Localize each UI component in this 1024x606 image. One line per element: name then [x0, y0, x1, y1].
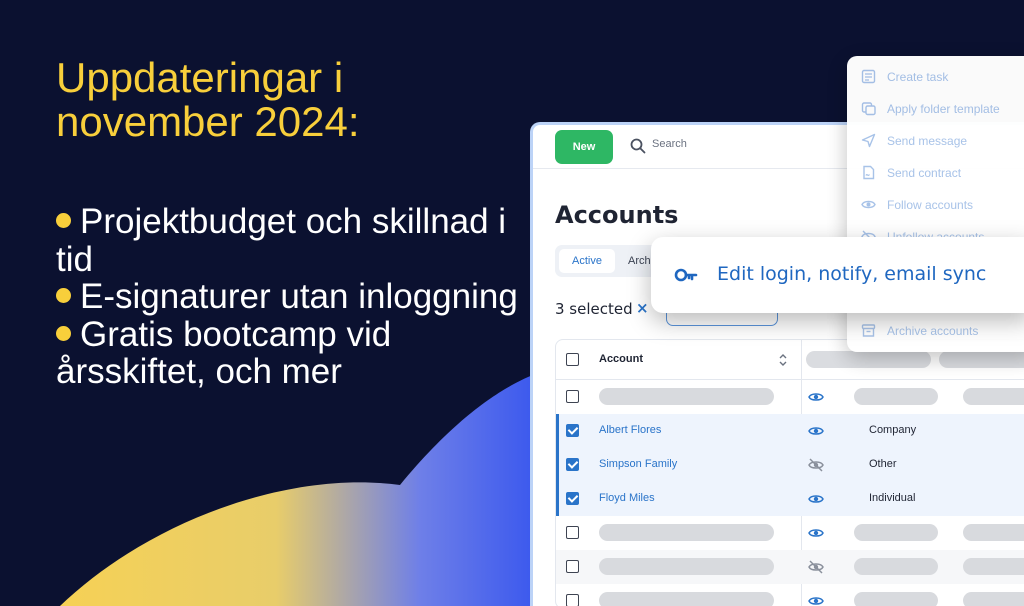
- menu-item-label: Archive accounts: [887, 324, 979, 338]
- placeholder-bar: [963, 388, 1024, 405]
- row-checkbox[interactable]: [566, 424, 579, 437]
- selected-marker: [556, 482, 559, 516]
- feature-item: Gratis bootcamp vid årsskiftet, och mer: [56, 314, 526, 391]
- selection-count: 3 selected: [555, 300, 633, 318]
- menu-item-send-message[interactable]: Send message: [861, 132, 1024, 152]
- menu-item-label: Create task: [887, 70, 949, 84]
- menu-item-label: Follow accounts: [887, 198, 974, 212]
- key-icon: [674, 268, 698, 282]
- page-title: Accounts: [555, 201, 679, 229]
- eye-icon[interactable]: [808, 593, 824, 606]
- clear-selection-button[interactable]: ×: [636, 299, 649, 317]
- menu-item-create-task[interactable]: Create task: [861, 68, 1024, 88]
- table-row[interactable]: Floyd Miles Individual: [556, 482, 1024, 516]
- eye-icon[interactable]: [808, 423, 824, 439]
- eye-icon[interactable]: [808, 389, 824, 405]
- eye-icon[interactable]: [808, 525, 824, 541]
- menu-item-follow-accounts[interactable]: Follow accounts: [861, 196, 1024, 216]
- column-header-placeholder: [939, 351, 1024, 368]
- sort-icon[interactable]: [778, 353, 788, 367]
- selected-marker: [556, 448, 559, 482]
- callout-label: Edit login, notify, email sync: [717, 263, 987, 285]
- search-icon[interactable]: [629, 137, 647, 155]
- eye-icon[interactable]: [808, 491, 824, 507]
- row-checkbox[interactable]: [566, 492, 579, 505]
- selected-marker: [556, 414, 559, 448]
- eye-off-icon[interactable]: [808, 457, 824, 473]
- placeholder-bar: [963, 592, 1024, 606]
- feature-text: Projektbudget och skillnad i tid: [56, 202, 507, 279]
- column-header-account[interactable]: Account: [599, 353, 643, 365]
- feature-item: Projektbudget och skillnad i tid: [56, 203, 526, 278]
- bullet-dot: [56, 288, 71, 303]
- menu-item-send-contract[interactable]: Send contract: [861, 164, 1024, 184]
- row-checkbox[interactable]: [566, 526, 579, 539]
- placeholder-bar: [854, 524, 938, 541]
- menu-item-archive-accounts[interactable]: Archive accounts: [861, 322, 1024, 342]
- archive-icon: [861, 324, 876, 337]
- placeholder-bar: [854, 558, 938, 575]
- accounts-table: Account Albert Flores Company Simpson Fa…: [555, 339, 1024, 606]
- new-button[interactable]: New: [555, 130, 613, 164]
- placeholder-bar: [854, 388, 938, 405]
- placeholder-bar: [854, 592, 938, 606]
- table-row[interactable]: [556, 584, 1024, 606]
- column-header-placeholder: [806, 351, 931, 368]
- table-row[interactable]: Albert Flores Company: [556, 414, 1024, 448]
- select-all-checkbox[interactable]: [566, 353, 579, 366]
- placeholder-bar: [599, 592, 774, 606]
- menu-item-label: Send contract: [887, 166, 962, 180]
- feature-list: Projektbudget och skillnad i tid E-signa…: [56, 203, 526, 391]
- placeholder-bar: [599, 558, 774, 575]
- menu-item-apply-folder-template[interactable]: Apply folder template: [861, 100, 1024, 120]
- search-input[interactable]: Search: [652, 138, 687, 150]
- eye-off-icon[interactable]: [808, 559, 824, 575]
- send-icon: [861, 133, 876, 148]
- row-checkbox[interactable]: [566, 560, 579, 573]
- row-checkbox[interactable]: [566, 594, 579, 606]
- account-name-link[interactable]: Floyd Miles: [599, 492, 655, 504]
- tab-archived[interactable]: Arch: [628, 249, 651, 273]
- bullet-dot: [56, 325, 71, 341]
- placeholder-bar: [599, 388, 774, 405]
- table-row[interactable]: Simpson Family Other: [556, 448, 1024, 482]
- account-type: Individual: [869, 492, 916, 504]
- placeholder-bar: [963, 524, 1024, 541]
- eye-icon: [861, 200, 876, 209]
- feature-item: E-signaturer utan inloggning: [56, 278, 526, 316]
- account-type: Other: [869, 458, 897, 470]
- account-type: Company: [869, 424, 917, 436]
- bullet-dot: [56, 213, 71, 228]
- row-checkbox[interactable]: [566, 458, 579, 471]
- feature-text: E-signaturer utan inloggning: [80, 277, 518, 316]
- contract-icon: [863, 165, 875, 180]
- task-icon: [861, 69, 876, 84]
- row-checkbox[interactable]: [566, 390, 579, 403]
- menu-item-edit-login[interactable]: Edit login, notify, email sync: [651, 237, 1024, 313]
- folder-template-icon: [861, 102, 876, 116]
- table-row[interactable]: [556, 550, 1024, 584]
- placeholder-bar: [963, 558, 1024, 575]
- tab-active[interactable]: Active: [559, 249, 615, 273]
- placeholder-bar: [599, 524, 774, 541]
- account-name-link[interactable]: Albert Flores: [599, 424, 661, 436]
- menu-item-label: Send message: [887, 134, 968, 148]
- table-row[interactable]: [556, 380, 1024, 414]
- menu-item-label: Apply folder template: [887, 102, 1000, 116]
- feature-text: Gratis bootcamp vid årsskiftet, och mer: [56, 314, 392, 391]
- table-row[interactable]: [556, 516, 1024, 550]
- headline: Uppdateringar i november 2024:: [56, 54, 360, 145]
- account-name-link[interactable]: Simpson Family: [599, 458, 677, 470]
